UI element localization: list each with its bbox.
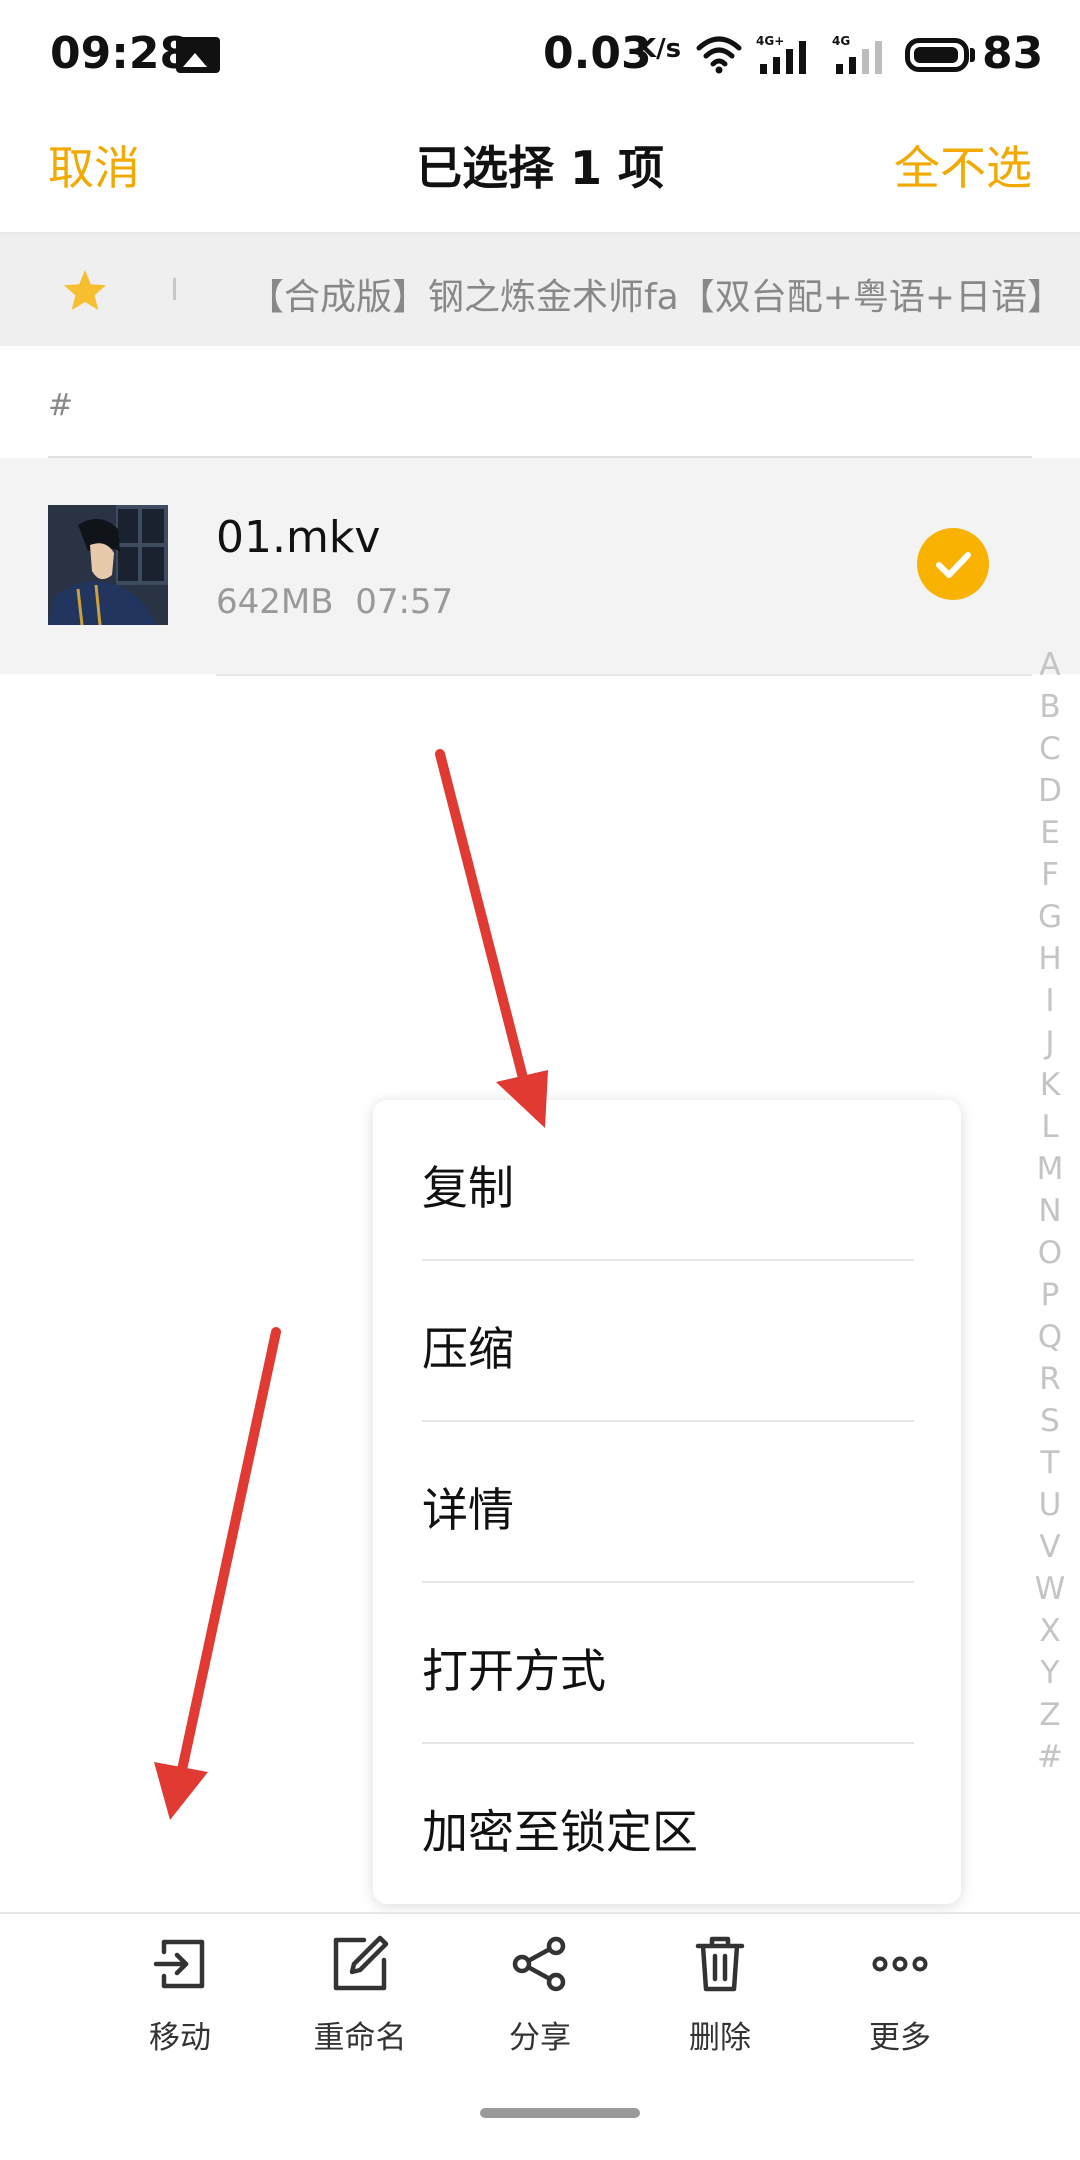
- index-letter[interactable]: C: [1032, 728, 1068, 770]
- toolbar-divider: [0, 1912, 1080, 1914]
- toolbar-label: 重命名: [313, 2020, 407, 2056]
- index-letter[interactable]: Z: [1032, 1694, 1068, 1736]
- battery-level: 83: [982, 28, 1044, 79]
- breadcrumb-separator: [173, 278, 176, 300]
- image-notification-icon: [176, 37, 220, 73]
- battery-fill: [914, 47, 958, 63]
- index-letter[interactable]: Q: [1032, 1316, 1068, 1358]
- status-time: 09:28: [50, 28, 191, 79]
- menu-item-open-with[interactable]: 打开方式: [422, 1583, 912, 1744]
- index-letter[interactable]: H: [1032, 938, 1068, 980]
- toolbar-label: 更多: [869, 2020, 931, 2056]
- index-letter[interactable]: G: [1032, 896, 1068, 938]
- index-letter[interactable]: M: [1032, 1148, 1068, 1190]
- index-letter[interactable]: A: [1032, 644, 1068, 686]
- move-icon: [153, 1939, 205, 1989]
- section-letter: #: [48, 388, 74, 423]
- index-letter[interactable]: F: [1032, 854, 1068, 896]
- toolbar-label: 分享: [509, 2020, 571, 2056]
- cell-signal-1-icon: [760, 41, 806, 74]
- file-size: 642MB: [216, 582, 334, 622]
- move-button[interactable]: 移动: [90, 1934, 270, 2056]
- wifi-icon: [696, 36, 742, 74]
- alphabet-index[interactable]: A B C D E F G H I J K L M N O P Q R S T U V W X Y Z #: [1032, 644, 1068, 1778]
- index-letter[interactable]: W: [1032, 1568, 1068, 1610]
- menu-item-copy[interactable]: 复制: [422, 1100, 912, 1261]
- share-icon: [512, 1936, 566, 1992]
- more-icon: [872, 1956, 928, 1972]
- cancel-button[interactable]: 取消: [48, 132, 140, 198]
- index-letter[interactable]: O: [1032, 1232, 1068, 1274]
- row-divider: [216, 674, 1032, 676]
- index-letter[interactable]: N: [1032, 1190, 1068, 1232]
- arrow-to-copy: [435, 749, 548, 1128]
- index-letter[interactable]: E: [1032, 812, 1068, 854]
- index-letter[interactable]: S: [1032, 1400, 1068, 1442]
- index-letter[interactable]: J: [1032, 1022, 1068, 1064]
- toolbar-label: 移动: [149, 2020, 211, 2056]
- menu-item-encrypt-to-locked[interactable]: 加密至锁定区: [422, 1744, 912, 1905]
- index-letter[interactable]: I: [1032, 980, 1068, 1022]
- index-letter[interactable]: B: [1032, 686, 1068, 728]
- index-letter[interactable]: K: [1032, 1064, 1068, 1106]
- battery-tip: [970, 48, 975, 62]
- delete-button[interactable]: 删除: [630, 1934, 810, 2056]
- status-bar: 09:28 0.03 K/s 4G+ 4G 83: [0, 0, 1080, 115]
- index-letter[interactable]: P: [1032, 1274, 1068, 1316]
- breadcrumb-folder[interactable]: 【合成版】钢之炼金术师fa【双台配+粤语+日语】: [248, 268, 1063, 320]
- share-button[interactable]: 分享: [450, 1934, 630, 2056]
- arrow-to-toolbar: [154, 1327, 281, 1820]
- more-button[interactable]: 更多: [810, 1934, 990, 2056]
- cell-signal-2-icon: [836, 41, 882, 74]
- video-thumbnail: [48, 505, 168, 625]
- toolbar-label: 删除: [689, 2020, 751, 2056]
- file-meta: 642MB 07:57: [216, 582, 453, 622]
- index-letter[interactable]: T: [1032, 1442, 1068, 1484]
- index-letter[interactable]: L: [1032, 1106, 1068, 1148]
- index-letter[interactable]: V: [1032, 1526, 1068, 1568]
- network-speed-unit: K/s: [636, 34, 682, 64]
- rename-icon: [333, 1935, 389, 1991]
- index-letter[interactable]: U: [1032, 1484, 1068, 1526]
- index-letter[interactable]: R: [1032, 1358, 1068, 1400]
- delete-icon: [695, 1936, 745, 1992]
- rename-button[interactable]: 重命名: [270, 1934, 450, 2056]
- star-icon[interactable]: [62, 268, 108, 312]
- deselect-all-button[interactable]: 全不选: [894, 132, 1032, 198]
- file-duration: 07:57: [355, 582, 454, 622]
- selected-check-icon[interactable]: [917, 528, 989, 600]
- index-letter[interactable]: #: [1032, 1736, 1068, 1778]
- index-letter[interactable]: D: [1032, 770, 1068, 812]
- menu-item-details[interactable]: 详情: [422, 1422, 912, 1583]
- home-indicator[interactable]: [480, 2108, 640, 2118]
- index-letter[interactable]: Y: [1032, 1652, 1068, 1694]
- index-letter[interactable]: X: [1032, 1610, 1068, 1652]
- menu-item-compress[interactable]: 压缩: [422, 1261, 912, 1422]
- file-name: 01.mkv: [216, 512, 381, 563]
